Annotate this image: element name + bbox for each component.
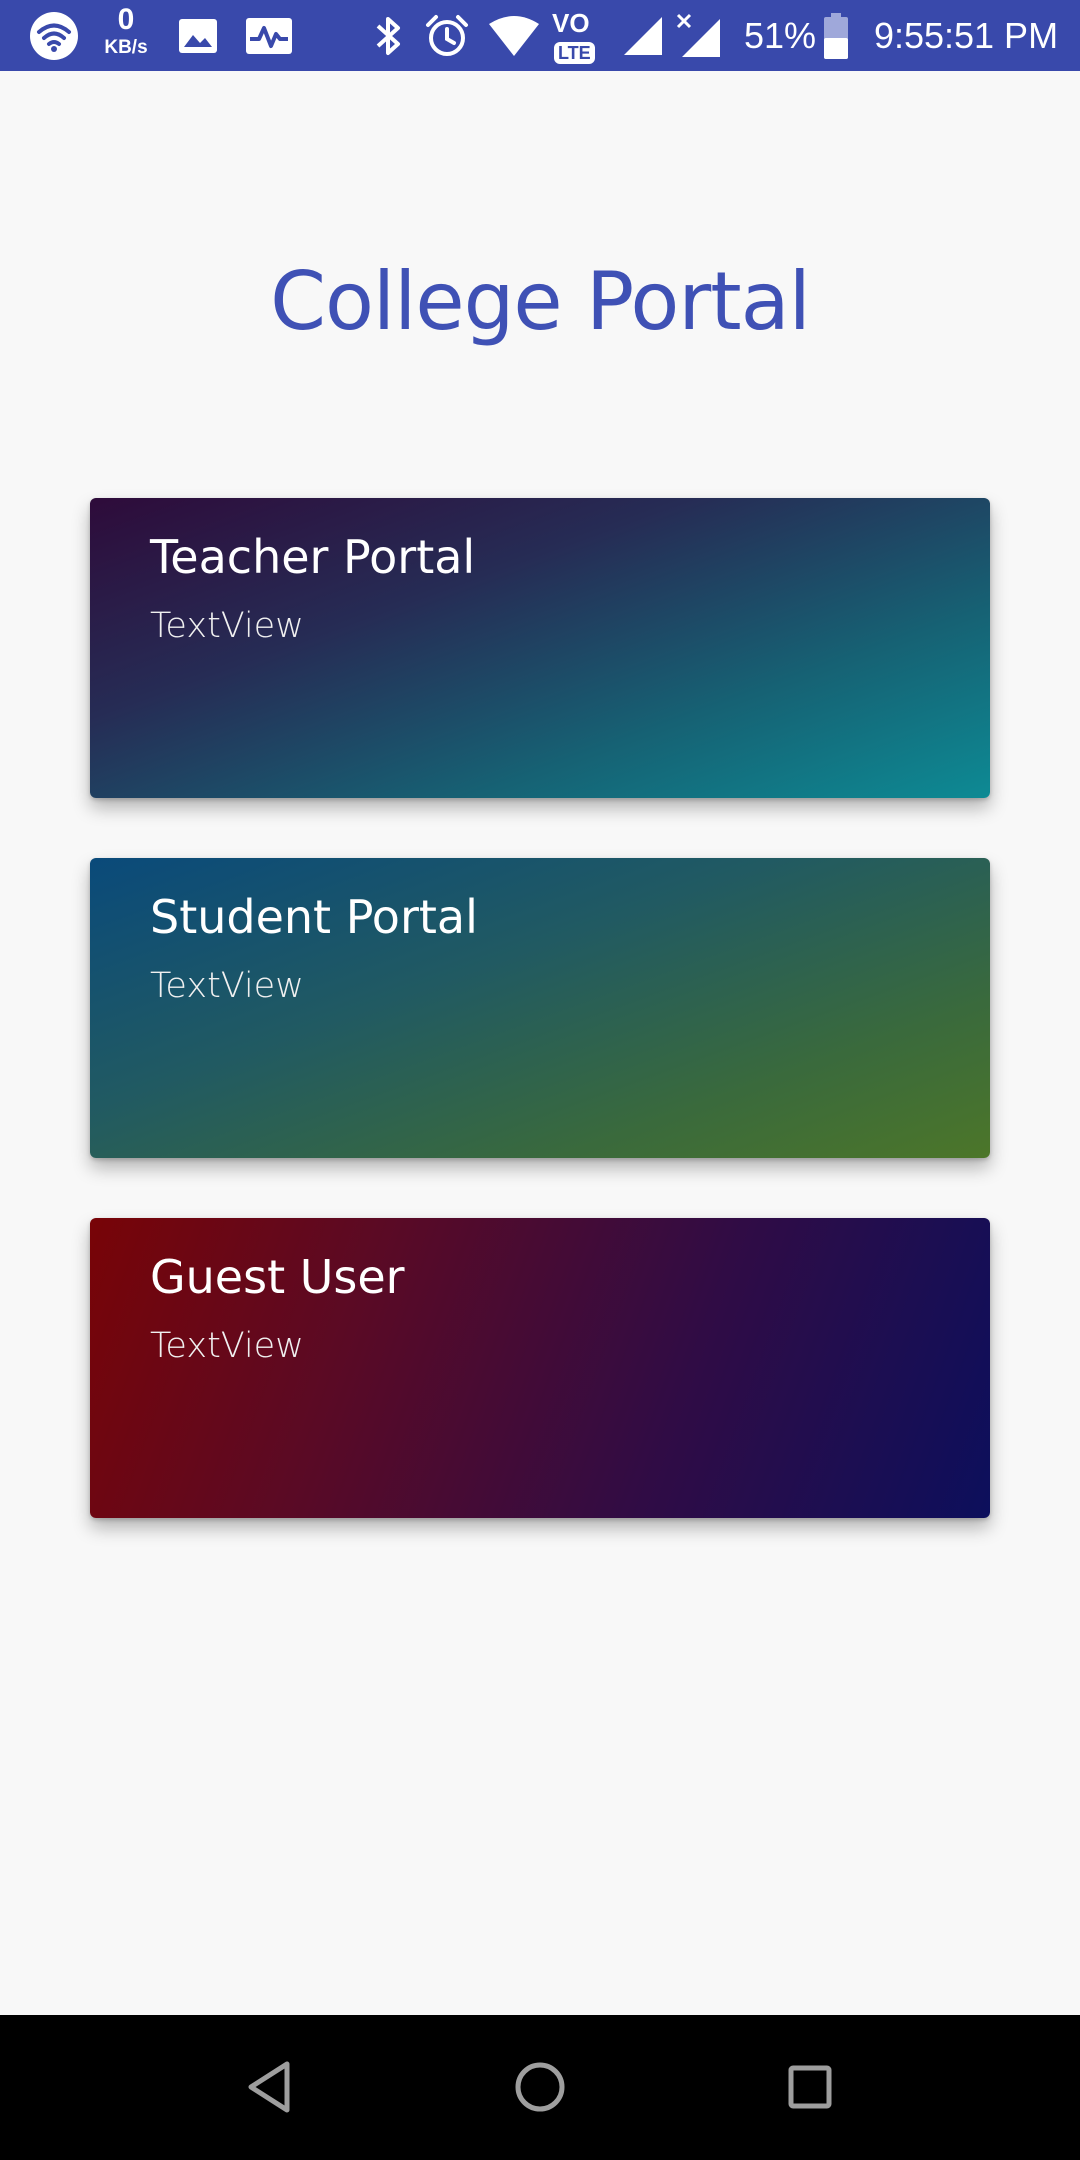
card-title: Teacher Portal: [150, 530, 476, 584]
activity-icon: [244, 0, 294, 71]
bluetooth-icon: [368, 0, 408, 71]
clock: 9:55:51 PM: [873, 14, 1059, 56]
alarm-icon: [422, 0, 472, 71]
home-icon: [515, 2062, 565, 2112]
card-subtitle: TextView: [150, 1326, 304, 1366]
recents-button[interactable]: [760, 2037, 860, 2137]
page-title: College Portal: [270, 255, 811, 348]
volte-label: VO: [552, 7, 590, 38]
lte-label: LTE: [554, 41, 595, 64]
wifi-signal-icon: [486, 0, 542, 71]
card-subtitle: TextView: [150, 606, 304, 646]
teacher-portal-card[interactable]: Teacher Portal TextView: [90, 498, 990, 798]
battery-icon: [818, 0, 854, 71]
card-title: Student Portal: [150, 890, 478, 944]
back-button[interactable]: [220, 2037, 320, 2137]
wifi-icon: [26, 0, 82, 71]
guest-user-card[interactable]: Guest User TextView: [90, 1218, 990, 1518]
recents-icon: [788, 2065, 832, 2109]
back-icon: [248, 2061, 290, 2113]
cell-signal-icon: [620, 0, 666, 71]
card-subtitle: TextView: [150, 966, 304, 1006]
network-speed-unit: KB/s: [104, 37, 148, 58]
network-speed: 0 KB/s: [96, 4, 156, 68]
card-title: Guest User: [150, 1250, 405, 1304]
status-bar: 0 KB/s VO LTE 51% 9:55:51 PM: [0, 0, 1080, 71]
student-portal-card[interactable]: Student Portal TextView: [90, 858, 990, 1158]
volte-icon: VO LTE: [550, 0, 606, 71]
home-button[interactable]: [490, 2037, 590, 2137]
cell-signal-x-icon: [674, 0, 724, 71]
network-speed-value: 0: [117, 3, 135, 36]
image-icon: [176, 0, 220, 71]
navigation-bar: [0, 2015, 1080, 2160]
battery-percent: 51%: [743, 14, 817, 56]
